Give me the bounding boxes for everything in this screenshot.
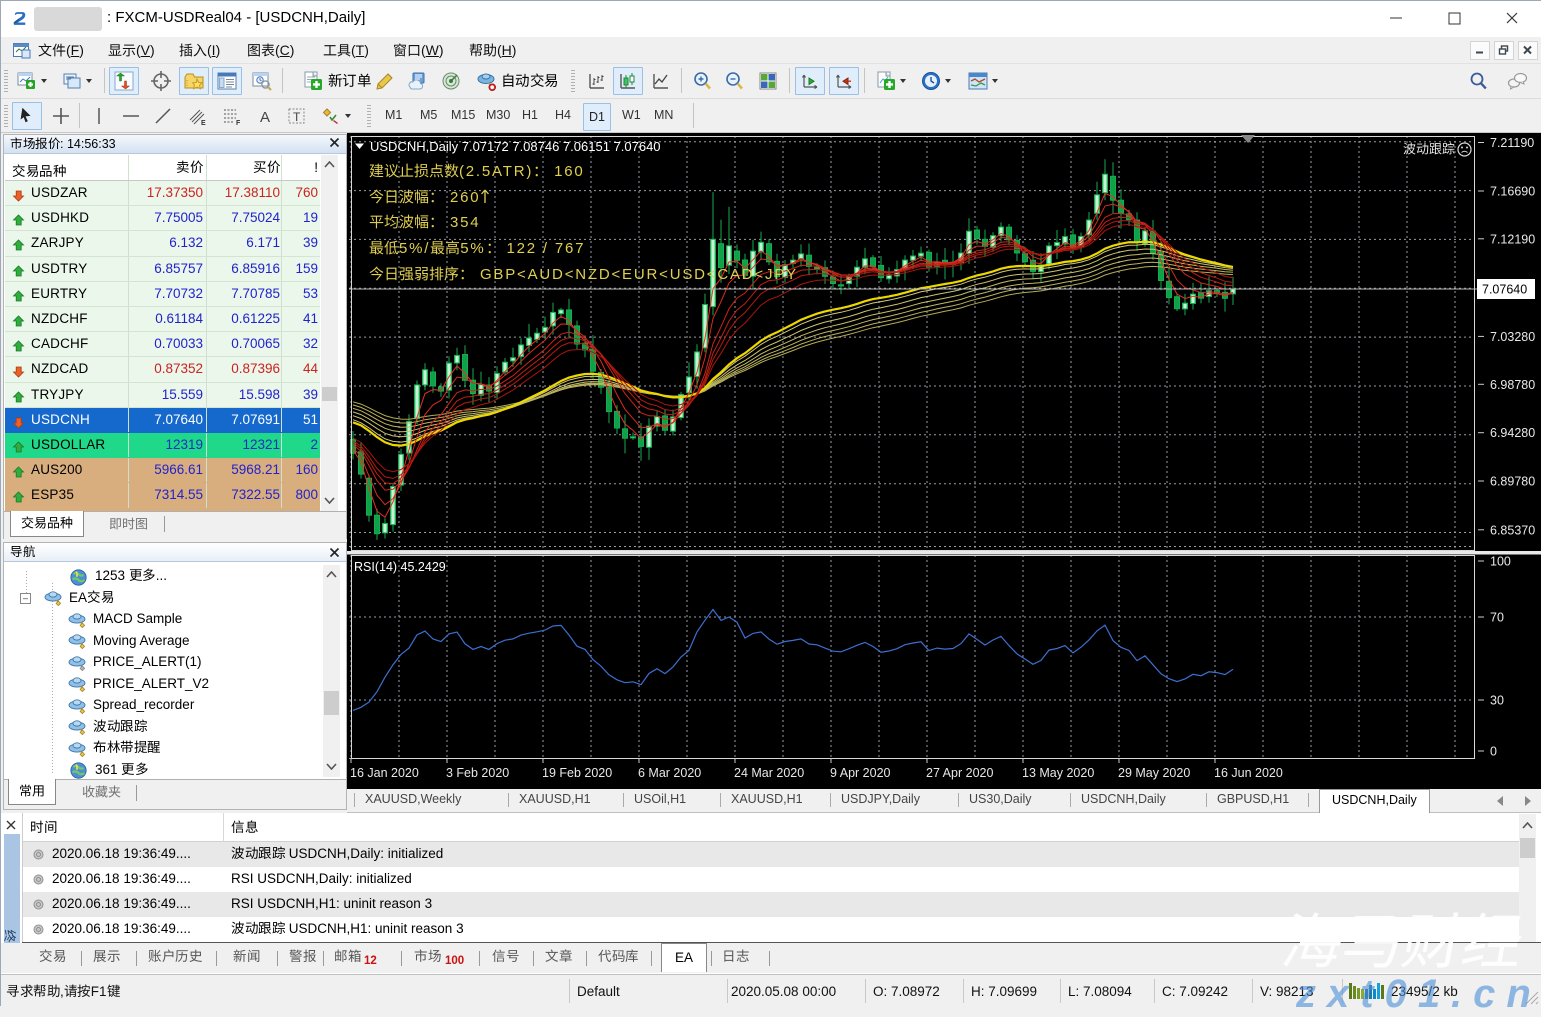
svg-text:6.85370: 6.85370 <box>1490 523 1535 537</box>
svg-text:0: 0 <box>1490 745 1497 759</box>
svg-text:24 Mar 2020: 24 Mar 2020 <box>734 766 804 780</box>
svg-text:9 Apr 2020: 9 Apr 2020 <box>830 766 891 780</box>
svg-text:E: E <box>201 120 206 126</box>
svg-text:7.12190: 7.12190 <box>1490 232 1535 246</box>
svg-text:F: F <box>236 120 241 126</box>
svg-text:7.07640: 7.07640 <box>1482 283 1527 297</box>
svg-text:19 Feb 2020: 19 Feb 2020 <box>542 766 612 780</box>
svg-text:7.03280: 7.03280 <box>1490 330 1535 344</box>
svg-text:6.89780: 6.89780 <box>1490 475 1535 489</box>
svg-text:3 Feb 2020: 3 Feb 2020 <box>446 766 509 780</box>
svg-text:A: A <box>260 109 270 126</box>
svg-text:16 Jan 2020: 16 Jan 2020 <box>350 766 419 780</box>
svg-text:29 May 2020: 29 May 2020 <box>1118 766 1190 780</box>
svg-text:6 Mar 2020: 6 Mar 2020 <box>638 766 701 780</box>
svg-text:27 Apr 2020: 27 Apr 2020 <box>926 766 993 780</box>
svg-text:6.94280: 6.94280 <box>1490 426 1535 440</box>
svg-text:13 May 2020: 13 May 2020 <box>1022 766 1094 780</box>
svg-text:7.16690: 7.16690 <box>1490 185 1535 199</box>
svg-text:USDCNH,Daily 7.07172 7.08746: USDCNH,Daily 7.07172 7.08746 7.06151 7.0… <box>370 139 661 154</box>
svg-text:7.21190: 7.21190 <box>1490 136 1534 150</box>
svg-text:16 Jun 2020: 16 Jun 2020 <box>1214 766 1283 780</box>
svg-text:30: 30 <box>1490 694 1504 708</box>
svg-text:100: 100 <box>1490 555 1511 569</box>
svg-text:6.98780: 6.98780 <box>1490 378 1535 392</box>
svg-text:RSI(14) 45.2429: RSI(14) 45.2429 <box>354 560 446 574</box>
svg-text:T: T <box>293 110 301 124</box>
svg-text:70: 70 <box>1490 611 1504 625</box>
